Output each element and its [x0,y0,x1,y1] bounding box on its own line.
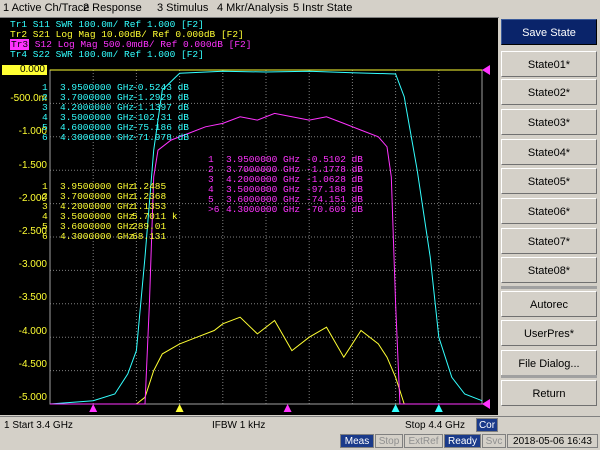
softkey-userpres[interactable]: UserPres* [501,320,597,346]
marker-magenta-n: >6 [208,204,220,215]
marker-triangle [283,404,292,412]
softkey-state04[interactable]: State04* [501,139,597,165]
y-tick-label: -2.000 [18,192,47,204]
menu-stimulus[interactable]: 3 Stimulus [157,2,208,14]
marker-triangle [391,404,400,412]
softkey-state02[interactable]: State02* [501,79,597,105]
extref-indicator: ExtRef [404,434,443,448]
menu-instr-state[interactable]: 5 Instr State [293,2,352,14]
marker-magenta-v: -70.609 dB [306,204,364,215]
softkey-state07[interactable]: State07* [501,228,597,254]
ref-arrow-right [482,65,490,75]
marker-yellow-v: 68.131 [132,231,167,242]
ref-arrow-right-bottom [482,399,490,409]
softkey-separator [501,375,597,378]
datetime: 2018-05-06 16:43 [507,434,598,448]
y-tick-label: -500.0m [10,93,47,105]
trace-title-4[interactable]: Tr4 S22 SWR 100.0m/ Ref 1.000 [F2] [10,50,204,60]
softkey-state03[interactable]: State03* [501,109,597,135]
stop-frequency[interactable]: Stop 4.4 GHz [405,420,465,431]
y-tick-label: -3.500 [18,292,47,304]
marker-yellow-n: 6 [42,231,48,242]
marker-yellow-f: 4.3000000 GHz [60,231,135,242]
softkey-file-dialog[interactable]: File Dialog... [501,350,597,376]
menu-mkr-analysis[interactable]: 4 Mkr/Analysis [217,2,289,14]
marker-magenta-f: 4.3000000 GHz [226,204,301,215]
marker-cyan-v: -71.978 dB [132,132,190,143]
y-ref-label[interactable]: 0.000 [2,65,47,75]
start-frequency[interactable]: 1 Start 3.4 GHz [4,420,73,431]
marker-triangle [89,404,98,412]
ready-indicator: Ready [444,434,481,448]
measurement-display[interactable]: Tr1 S11 SWR 100.0m/ Ref 1.000 [F2] Tr2 S… [0,18,498,415]
menu-active-ch-trace[interactable]: 1 Active Ch/Trace [3,2,89,14]
meas-indicator: Meas [340,434,374,448]
trace-line-2 [50,316,482,405]
correction-badge: Cor [476,418,498,432]
y-tick-label: -2.500 [18,226,47,237]
marker-triangle [175,404,184,412]
y-tick-label: -4.500 [18,358,47,370]
marker-cyan-f: 4.3000000 GHz [60,132,135,143]
y-tick-label: -1.000 [18,126,47,138]
status-bar: 1 Start 3.4 GHz IFBW 1 kHz Stop 4.4 GHz … [0,416,600,434]
softkey-state01[interactable]: State01* [501,51,597,77]
y-tick-label: -3.000 [18,259,47,271]
y-tick-label: -4.000 [18,325,47,337]
menu-bar: 1 Active Ch/Trace 2 Response 3 Stimulus … [0,0,600,18]
softkey-separator [501,286,597,289]
y-tick-label: -5.000 [18,392,47,403]
bottom-bar: Meas Stop ExtRef Ready Svc 2018-05-06 16… [0,433,600,450]
menu-response[interactable]: 2 Response [83,2,142,14]
svc-indicator: Svc [482,434,506,448]
softkey-state06[interactable]: State06* [501,198,597,224]
marker-triangle [434,404,443,412]
y-tick-label: -1.500 [18,159,47,171]
softkey-autorec[interactable]: Autorec [501,291,597,317]
softkey-return[interactable]: Return [501,380,597,406]
softkey-save-state[interactable]: Save State [501,19,597,45]
softkey-panel: Save State State01* State02* State03* State0… [499,17,600,415]
softkey-state08[interactable]: State08* [501,257,597,283]
softkey-state05[interactable]: State05* [501,168,597,194]
marker-cyan-n: 6 [42,132,48,143]
ifbw-value[interactable]: IFBW 1 kHz [212,420,265,431]
stop-indicator: Stop [375,434,403,448]
